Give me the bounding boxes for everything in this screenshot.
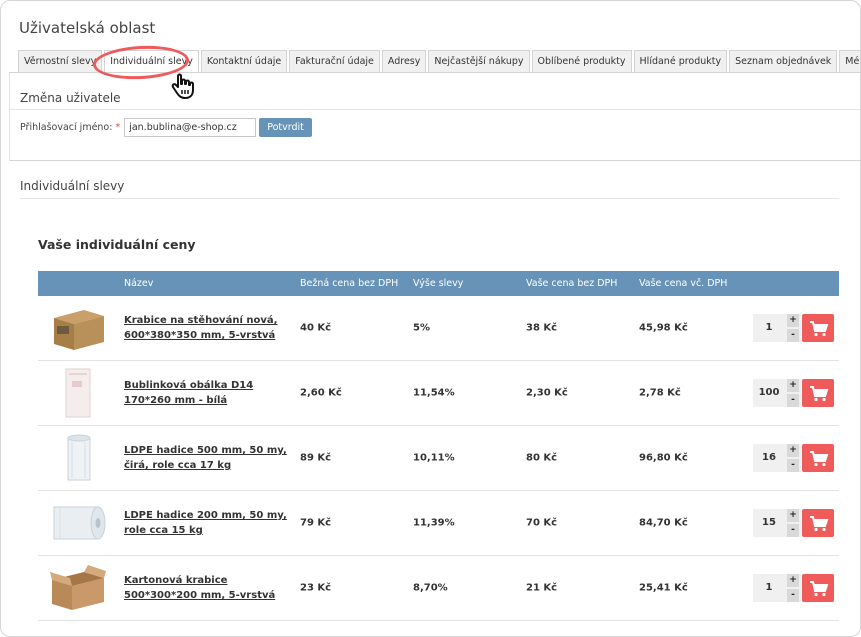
quantity-decrease-button[interactable]: -: [787, 524, 799, 537]
discount-value: 8,70%: [413, 582, 448, 594]
your-price-vat: 25,41 Kč: [639, 582, 688, 594]
table-row: LDPE hadice 500 mm, 50 my, čirá, role cc…: [38, 426, 839, 491]
quantity-increase-button[interactable]: +: [787, 509, 799, 522]
login-row: Přihlašovací jméno: * Potvrdit: [20, 118, 312, 137]
product-image-cardboard-box[interactable]: [48, 302, 108, 354]
product-name-link[interactable]: LDPE hadice 500 mm, 50 my, čirá, role cc…: [124, 443, 289, 473]
shopping-cart-icon: [810, 321, 829, 337]
regular-price: 23 Kč: [300, 582, 332, 594]
product-image-open-box[interactable]: [48, 562, 108, 614]
regular-price: 79 Kč: [300, 517, 332, 529]
discount-value: 10,11%: [413, 452, 455, 464]
add-to-cart-button[interactable]: [802, 509, 834, 537]
add-to-cart-button[interactable]: [802, 314, 834, 342]
column-header-regular-price: Bežná cena bez DPH: [300, 278, 399, 289]
individual-prices-title: Vaše individuální ceny: [38, 237, 196, 252]
quantity-increase-button[interactable]: +: [787, 574, 799, 587]
discount-value: 11,54%: [413, 387, 455, 399]
login-input[interactable]: [124, 118, 257, 137]
tab-billing-details[interactable]: Fakturační údaje: [289, 50, 380, 72]
quantity-input[interactable]: 16: [753, 444, 785, 472]
table-row: Krabice na stěhování nová, 600*380*350 m…: [38, 296, 839, 361]
quantity-input[interactable]: 15: [753, 509, 785, 537]
your-price: 80 Kč: [526, 452, 558, 464]
page-title: Uživatelská oblast: [19, 19, 156, 37]
prices-table: Název Bežná cena bez DPH Výše slevy Vaše…: [38, 271, 839, 621]
product-image-wide-roll[interactable]: [48, 497, 108, 549]
column-header-name: Název: [124, 278, 154, 289]
quantity-stepper: 1 + -: [753, 314, 801, 342]
quantity-increase-button[interactable]: +: [787, 314, 799, 327]
quantity-input[interactable]: 1: [753, 574, 785, 602]
confirm-button[interactable]: Potvrdit: [259, 118, 312, 137]
tab-addresses[interactable]: Adresy: [381, 50, 427, 72]
discount-value: 11,39%: [413, 517, 455, 529]
product-image-tall-roll[interactable]: [48, 432, 108, 484]
quantity-decrease-button[interactable]: -: [787, 589, 799, 602]
column-header-your-price-vat: Vaše cena vč. DPH: [639, 278, 728, 289]
column-header-your-price: Vaše cena bez DPH: [526, 278, 618, 289]
column-header-discount: Výše slevy: [413, 278, 464, 289]
your-price: 70 Kč: [526, 517, 558, 529]
product-name-link[interactable]: Kartonová krabice 500*300*200 mm, 5-vrst…: [124, 573, 289, 603]
quantity-stepper: 1 + -: [753, 574, 801, 602]
table-row: Kartonová krabice 500*300*200 mm, 5-vrst…: [38, 556, 839, 621]
quantity-input[interactable]: 100: [753, 379, 785, 407]
section-divider: [20, 198, 839, 199]
tab-loyalty-discounts[interactable]: Věrnostní slevy: [18, 50, 103, 72]
product-name-link[interactable]: LDPE hadice 200 mm, 50 my, role cca 15 k…: [124, 508, 289, 538]
your-price: 38 Kč: [526, 322, 558, 334]
individual-discounts-title: Individuální slevy: [20, 179, 125, 193]
your-price-vat: 45,98 Kč: [639, 322, 688, 334]
regular-price: 89 Kč: [300, 452, 332, 464]
your-price: 21 Kč: [526, 582, 558, 594]
window-frame: Uživatelská oblast Věrnostní slevy Indiv…: [0, 0, 861, 637]
tab-my-documents[interactable]: Mé doklady: [839, 50, 860, 72]
table-row: Bublinková obálka D14 170*260 mm - bílá …: [38, 361, 839, 426]
quantity-stepper: 100 + -: [753, 379, 801, 407]
quantity-increase-button[interactable]: +: [787, 379, 799, 392]
table-row: LDPE hadice 200 mm, 50 my, role cca 15 k…: [38, 491, 839, 556]
section-divider: [10, 109, 860, 110]
your-price-vat: 2,78 Kč: [639, 387, 681, 399]
your-price-vat: 96,80 Kč: [639, 452, 688, 464]
quantity-increase-button[interactable]: +: [787, 444, 799, 457]
product-name-link[interactable]: Bublinková obálka D14 170*260 mm - bílá: [124, 378, 289, 408]
product-image-bubble-envelope[interactable]: [48, 367, 108, 419]
product-name-link[interactable]: Krabice na stěhování nová, 600*380*350 m…: [124, 313, 289, 343]
tab-order-list[interactable]: Seznam objednávek: [729, 50, 838, 72]
add-to-cart-button[interactable]: [802, 444, 834, 472]
regular-price: 2,60 Kč: [300, 387, 342, 399]
shopping-cart-icon: [810, 516, 829, 532]
quantity-decrease-button[interactable]: -: [787, 459, 799, 472]
login-label: Přihlašovací jméno:: [20, 122, 113, 133]
required-marker: *: [115, 122, 121, 133]
shopping-cart-icon: [810, 581, 829, 597]
tab-frequent-purchases[interactable]: Nejčastější nákupy: [428, 50, 530, 72]
change-user-panel: [9, 73, 860, 161]
quantity-decrease-button[interactable]: -: [787, 394, 799, 407]
table-header: Název Bežná cena bez DPH Výše slevy Vaše…: [38, 271, 839, 296]
tab-favorite-products[interactable]: Oblíbené produkty: [531, 50, 632, 72]
shopping-cart-icon: [810, 386, 829, 402]
quantity-stepper: 16 + -: [753, 444, 801, 472]
discount-value: 5%: [413, 322, 430, 334]
shopping-cart-icon: [810, 451, 829, 467]
your-price: 2,30 Kč: [526, 387, 568, 399]
quantity-stepper: 15 + -: [753, 509, 801, 537]
add-to-cart-button[interactable]: [802, 379, 834, 407]
your-price-vat: 84,70 Kč: [639, 517, 688, 529]
tab-contact-details[interactable]: Kontaktní údaje: [200, 50, 288, 72]
tab-watched-products[interactable]: Hlídané produkty: [633, 50, 728, 72]
quantity-input[interactable]: 1: [753, 314, 785, 342]
quantity-decrease-button[interactable]: -: [787, 329, 799, 342]
regular-price: 40 Kč: [300, 322, 332, 334]
add-to-cart-button[interactable]: [802, 574, 834, 602]
change-user-title: Změna uživatele: [20, 91, 121, 105]
